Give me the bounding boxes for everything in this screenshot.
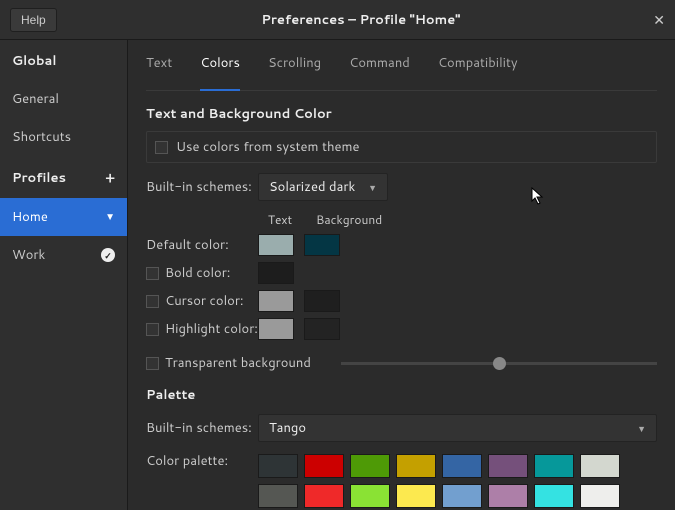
cursor-checkbox[interactable]: [146, 295, 159, 308]
column-header-bg: Background: [316, 211, 376, 228]
palette-swatch-4[interactable]: [442, 454, 482, 478]
column-header-text: Text: [258, 211, 302, 228]
color-palette-label: Color palette:: [146, 452, 258, 470]
palette-grid: [258, 454, 648, 508]
palette-swatch-3[interactable]: [396, 454, 436, 478]
cursor-color-label: Cursor color:: [165, 292, 244, 310]
sidebar-header-global: Global: [0, 40, 127, 80]
color-scheme-dropdown[interactable]: Solarized dark ▼: [258, 173, 388, 201]
default-profile-icon: ✓: [101, 248, 115, 262]
palette-swatch-6[interactable]: [534, 454, 574, 478]
cursor-bg-swatch[interactable]: [304, 290, 340, 312]
sidebar-item-home[interactable]: Home ▼: [0, 198, 127, 236]
palette-scheme-value: Tango: [269, 419, 306, 437]
main-panel: Text Colors Scrolling Command Compatibil…: [128, 40, 675, 510]
highlight-text-swatch[interactable]: [258, 318, 294, 340]
add-profile-button[interactable]: +: [105, 168, 115, 188]
highlight-bg-swatch[interactable]: [304, 318, 340, 340]
palette-scheme-dropdown[interactable]: Tango ▼: [258, 414, 657, 442]
palette-swatch-8[interactable]: [258, 484, 298, 508]
palette-scheme-label: Built-in schemes:: [146, 419, 258, 437]
sidebar-header-profiles: Profiles +: [0, 156, 127, 198]
tabs: Text Colors Scrolling Command Compatibil…: [146, 40, 657, 91]
palette-swatch-1[interactable]: [304, 454, 344, 478]
highlight-checkbox[interactable]: [146, 323, 159, 336]
tab-compatibility[interactable]: Compatibility: [438, 54, 518, 80]
transparent-checkbox[interactable]: [146, 357, 159, 370]
tab-scrolling[interactable]: Scrolling: [268, 54, 321, 80]
bold-checkbox[interactable]: [146, 267, 159, 280]
palette-swatch-11[interactable]: [396, 484, 436, 508]
system-theme-row[interactable]: Use colors from system theme: [146, 131, 657, 163]
palette-swatch-12[interactable]: [442, 484, 482, 508]
palette-swatch-9[interactable]: [304, 484, 344, 508]
sidebar-item-work[interactable]: Work ✓: [0, 236, 127, 274]
highlight-color-label: Highlight color:: [165, 320, 258, 338]
sidebar: Global General Shortcuts Profiles + Home…: [0, 40, 128, 510]
slider-thumb[interactable]: [493, 357, 506, 370]
palette-swatch-13[interactable]: [488, 484, 528, 508]
system-theme-checkbox[interactable]: [155, 141, 168, 154]
tab-command[interactable]: Command: [349, 54, 410, 80]
bold-text-swatch[interactable]: [258, 262, 294, 284]
sidebar-item-label: Home: [12, 208, 48, 226]
chevron-down-icon: ▼: [637, 422, 646, 435]
bold-color-label: Bold color:: [165, 264, 230, 282]
close-icon[interactable]: ✕: [653, 10, 665, 30]
sidebar-item-general[interactable]: General: [0, 80, 127, 118]
system-theme-label: Use colors from system theme: [176, 138, 360, 156]
tab-text[interactable]: Text: [146, 54, 172, 80]
transparency-slider[interactable]: [341, 362, 657, 365]
section-title-colors: Text and Background Color: [146, 105, 657, 123]
color-scheme-value: Solarized dark: [269, 178, 355, 196]
cursor-text-swatch[interactable]: [258, 290, 294, 312]
window-title: Preferences – Profile "Home": [57, 11, 665, 29]
sidebar-item-shortcuts[interactable]: Shortcuts: [0, 118, 127, 156]
default-color-label: Default color:: [146, 236, 229, 254]
profiles-header-label: Profiles: [12, 169, 66, 187]
sidebar-item-label: Work: [12, 246, 45, 264]
palette-swatch-7[interactable]: [580, 454, 620, 478]
palette-swatch-15[interactable]: [580, 484, 620, 508]
help-button[interactable]: Help: [10, 8, 57, 32]
scheme-label: Built-in schemes:: [146, 178, 258, 196]
default-bg-swatch[interactable]: [304, 234, 340, 256]
tab-colors[interactable]: Colors: [200, 54, 240, 91]
palette-swatch-0[interactable]: [258, 454, 298, 478]
palette-swatch-5[interactable]: [488, 454, 528, 478]
palette-swatch-2[interactable]: [350, 454, 390, 478]
chevron-down-icon: ▼: [368, 181, 377, 194]
palette-swatch-14[interactable]: [534, 484, 574, 508]
transparent-label: Transparent background: [165, 354, 311, 372]
titlebar: Help Preferences – Profile "Home" ✕: [0, 0, 675, 40]
section-title-palette: Palette: [146, 386, 657, 404]
palette-swatch-10[interactable]: [350, 484, 390, 508]
default-text-swatch[interactable]: [258, 234, 294, 256]
chevron-down-icon[interactable]: ▼: [105, 210, 115, 224]
